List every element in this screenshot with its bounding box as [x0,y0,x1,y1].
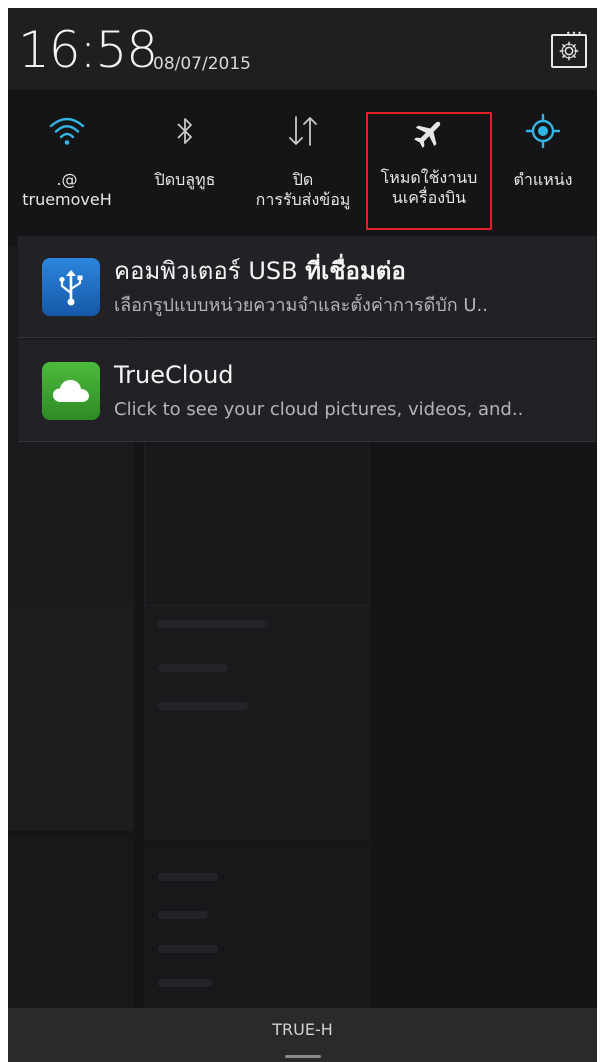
data-transfer-icon [289,116,317,146]
notification-title: TrueCloud [114,361,234,389]
clock: 16:58 [18,21,158,79]
location-icon [525,113,561,149]
quick-tile-label: ตำแหน่ง [513,170,573,189]
phone-screen: 16:58 08/07/2015 ••• .@ truemoveH ปิดบลู… [8,8,597,1062]
background-panel [8,606,134,831]
drag-handle[interactable] [285,1055,321,1058]
settings-button[interactable]: ••• [551,30,587,68]
notification-subtitle: Click to see your cloud pictures, videos… [114,399,524,420]
quick-tile-label: โหมดใช้งานบ นเครื่องบิน [380,168,478,207]
notification-subtitle: เลือกรูปแบบหน่วยความจำและตั้งค่าการดีบัก… [114,295,488,316]
airplane-icon [414,121,441,148]
background-panel [144,606,370,841]
notification-title: คอมพิวเตอร์ USB ที่เชื่อมต่อ [114,257,406,285]
quick-tile-airplane[interactable]: โหมดใช้งานบ นเครื่องบิน [366,112,492,230]
background-panel [144,843,370,1013]
background-panel [8,834,134,1014]
quick-tile-label: ปิดบลูทูธ [154,170,216,189]
date: 08/07/2015 [153,54,251,74]
cloud-icon [53,380,89,402]
carrier-name: TRUE-H [272,1020,333,1039]
quick-tile-location[interactable]: ตำแหน่ง [484,108,597,228]
truecloud-app-icon [42,362,100,420]
wifi-icon [49,117,85,145]
status-header: 16:58 08/07/2015 ••• [8,8,597,90]
bluetooth-icon [177,118,192,144]
carrier-bar: TRUE-H [8,1008,597,1062]
quick-settings-panel: .@ truemoveH ปิดบลูทูธ ปิด การรับส่งข้อม… [8,90,597,238]
gear-icon [559,41,579,61]
usb-app-icon [42,258,100,316]
quick-tile-label: .@ truemoveH [22,170,112,209]
quick-tile-data[interactable]: ปิด การรับส่งข้อมู [244,108,362,228]
dots-icon: ••• [565,29,583,38]
notification-usb[interactable]: คอมพิวเตอร์ USB ที่เชื่อมต่อ เลือกรูปแบบ… [18,236,596,338]
quick-tile-label: ปิด การรับส่งข้อมู [255,170,351,209]
usb-icon [59,270,83,306]
notification-truecloud[interactable]: TrueCloud Click to see your cloud pictur… [18,340,596,442]
quick-tile-bluetooth[interactable]: ปิดบลูทูธ [126,108,244,228]
quick-tile-wifi[interactable]: .@ truemoveH [8,108,126,228]
